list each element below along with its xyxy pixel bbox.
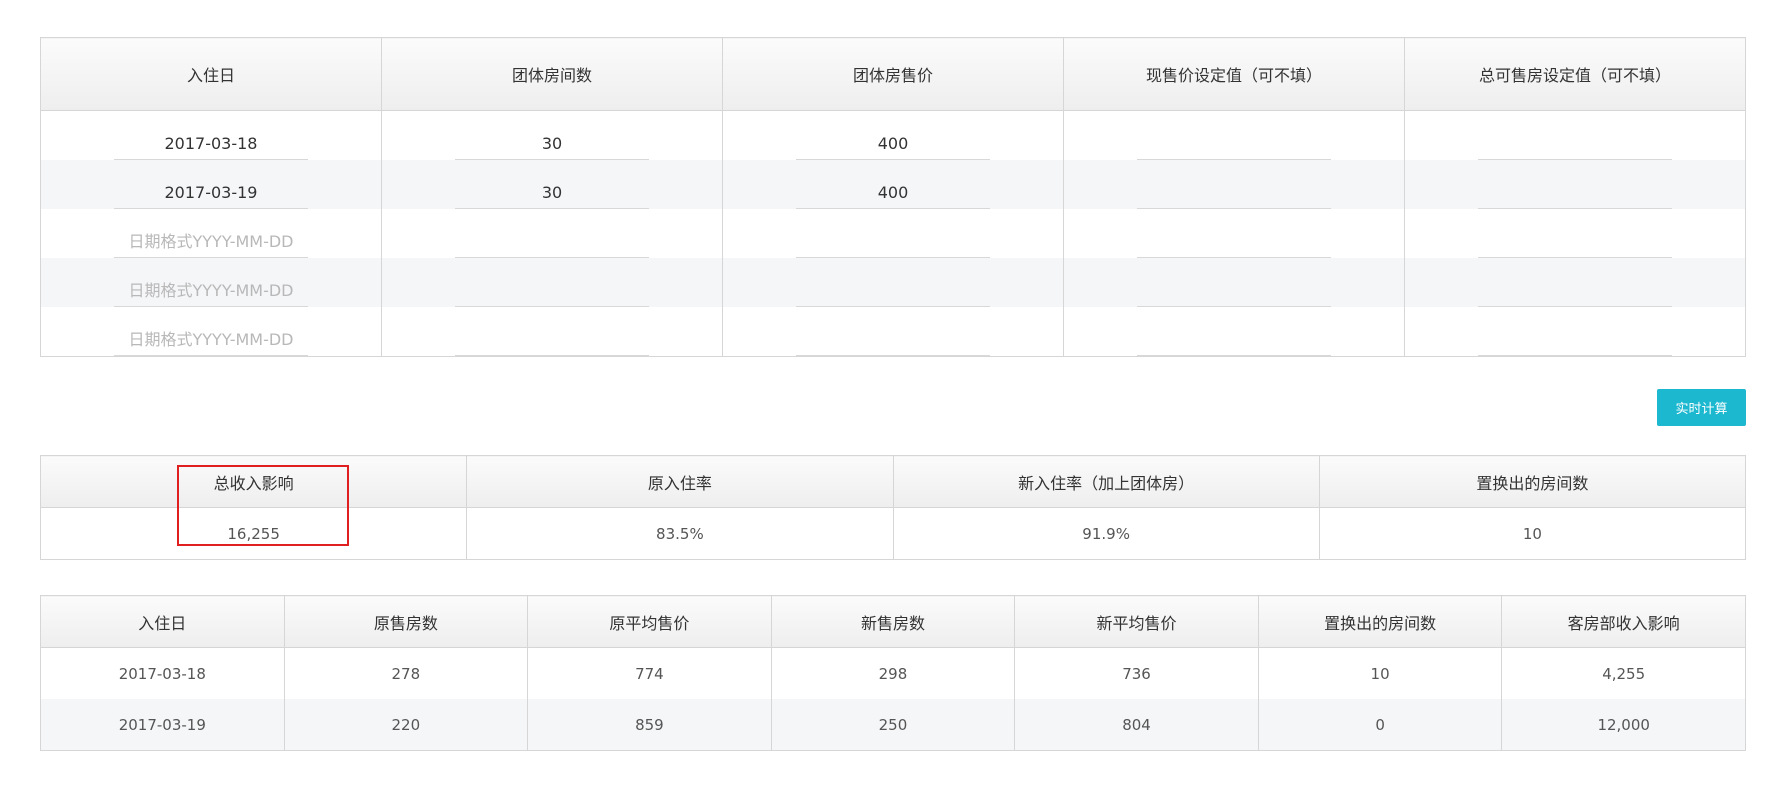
header-checkin-date: 入住日	[40, 37, 382, 111]
checkin-date-input[interactable]	[114, 177, 308, 209]
header-group-rooms: 团体房间数	[381, 37, 723, 111]
current-price-input[interactable]	[1137, 226, 1331, 258]
new-occupancy-value: 91.9%	[892, 507, 1320, 560]
input-row	[40, 307, 1746, 357]
cell-original-avg-price: 774	[527, 647, 772, 699]
input-row	[40, 160, 1746, 209]
header-total-revenue-impact: 总收入影响	[39, 455, 468, 508]
cell-checkin-date: 2017-03-19	[40, 699, 285, 751]
cell-displaced-rooms: 0	[1257, 699, 1503, 751]
cell-new-avg-price: 804	[1014, 699, 1259, 751]
current-price-input[interactable]	[1137, 177, 1331, 209]
checkin-date-input[interactable]	[114, 324, 308, 356]
current-price-input[interactable]	[1137, 128, 1331, 160]
summary-header: 总收入影响 原入住率 新入住率（加上团体房） 置换出的房间数	[39, 455, 1747, 508]
header-displaced-rooms: 置换出的房间数	[1318, 455, 1747, 508]
group-price-input[interactable]	[796, 177, 990, 209]
total-revenue-impact-value: 16,255	[39, 507, 468, 560]
header-total-sellable-setting: 总可售房设定值（可不填）	[1404, 37, 1746, 111]
table-row: 2017-03-18 278 774 298 736 10 4,255	[40, 647, 1746, 699]
input-row	[40, 258, 1746, 307]
header-new-rooms-sold: 新售房数	[770, 595, 1016, 648]
cell-displaced-rooms: 10	[1257, 647, 1503, 699]
total-sellable-input[interactable]	[1478, 275, 1672, 307]
header-new-occupancy: 新入住率（加上团体房）	[892, 455, 1320, 508]
table-row: 2017-03-19 220 859 250 804 0 12,000	[40, 699, 1746, 751]
group-rooms-input[interactable]	[455, 128, 649, 160]
cell-new-rooms-sold: 250	[770, 699, 1016, 751]
total-sellable-input[interactable]	[1478, 324, 1672, 356]
group-price-input[interactable]	[796, 128, 990, 160]
checkin-date-input[interactable]	[114, 128, 308, 160]
current-price-input[interactable]	[1137, 324, 1331, 356]
cell-room-revenue-impact: 12,000	[1501, 699, 1746, 751]
total-sellable-input[interactable]	[1478, 177, 1672, 209]
header-new-avg-price: 新平均售价	[1014, 595, 1259, 648]
input-row	[40, 209, 1746, 258]
displaced-rooms-value: 10	[1318, 507, 1747, 560]
header-checkin-date: 入住日	[40, 595, 285, 648]
input-table-header: 入住日 团体房间数 团体房售价 现售价设定值（可不填） 总可售房设定值（可不填）	[40, 37, 1746, 111]
summary-table: 总收入影响 原入住率 新入住率（加上团体房） 置换出的房间数 16,255 83…	[39, 455, 1747, 560]
detail-header: 入住日 原售房数 原平均售价 新售房数 新平均售价 置换出的房间数 客房部收入影…	[40, 595, 1746, 648]
cell-original-rooms-sold: 278	[283, 647, 529, 699]
group-price-input[interactable]	[796, 275, 990, 307]
group-input-table: 入住日 团体房间数 团体房售价 现售价设定值（可不填） 总可售房设定值（可不填）	[40, 37, 1746, 357]
cell-room-revenue-impact: 4,255	[1501, 647, 1746, 699]
group-rooms-input[interactable]	[455, 177, 649, 209]
cell-original-avg-price: 859	[527, 699, 772, 751]
header-original-rooms-sold: 原售房数	[283, 595, 529, 648]
current-price-input[interactable]	[1137, 275, 1331, 307]
group-rooms-input[interactable]	[455, 226, 649, 258]
cell-original-rooms-sold: 220	[283, 699, 529, 751]
header-original-occupancy: 原入住率	[466, 455, 894, 508]
realtime-calculate-button[interactable]: 实时计算	[1657, 389, 1746, 426]
checkin-date-input[interactable]	[114, 226, 308, 258]
header-displaced-rooms: 置换出的房间数	[1257, 595, 1503, 648]
original-occupancy-value: 83.5%	[466, 507, 894, 560]
cell-new-rooms-sold: 298	[770, 647, 1016, 699]
header-room-revenue-impact: 客房部收入影响	[1501, 595, 1746, 648]
total-sellable-input[interactable]	[1478, 226, 1672, 258]
summary-row: 16,255 83.5% 91.9% 10	[39, 507, 1747, 560]
header-original-avg-price: 原平均售价	[527, 595, 772, 648]
checkin-date-input[interactable]	[114, 275, 308, 307]
cell-checkin-date: 2017-03-18	[40, 647, 285, 699]
daily-detail-table: 入住日 原售房数 原平均售价 新售房数 新平均售价 置换出的房间数 客房部收入影…	[40, 595, 1746, 751]
input-row	[40, 110, 1746, 160]
group-rooms-input[interactable]	[455, 324, 649, 356]
group-rooms-input[interactable]	[455, 275, 649, 307]
cell-new-avg-price: 736	[1014, 647, 1259, 699]
group-price-input[interactable]	[796, 226, 990, 258]
group-price-input[interactable]	[796, 324, 990, 356]
header-group-price: 团体房售价	[722, 37, 1064, 111]
total-sellable-input[interactable]	[1478, 128, 1672, 160]
header-current-price-setting: 现售价设定值（可不填）	[1063, 37, 1405, 111]
